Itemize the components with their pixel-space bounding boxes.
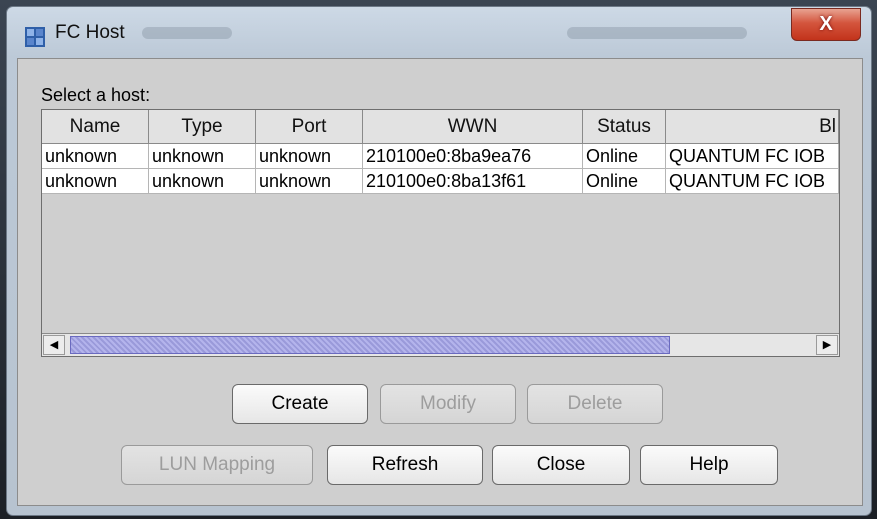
horizontal-scrollbar[interactable]: ◀ ▶ bbox=[42, 333, 839, 356]
create-button[interactable]: Create bbox=[232, 384, 368, 424]
host-table: Name Type Port WWN Status Bl unknown unk… bbox=[41, 109, 840, 357]
column-header-bl[interactable]: Bl bbox=[666, 110, 839, 144]
cell-port: unknown bbox=[256, 144, 363, 169]
cell-status: Online bbox=[583, 169, 666, 194]
scrollbar-thumb[interactable] bbox=[70, 336, 670, 354]
delete-button[interactable]: Delete bbox=[527, 384, 663, 424]
cell-type: unknown bbox=[149, 169, 256, 194]
column-header-type[interactable]: Type bbox=[149, 110, 256, 144]
lun-mapping-button[interactable]: LUN Mapping bbox=[121, 445, 313, 485]
title-blur-decoration bbox=[142, 27, 232, 39]
close-button[interactable]: Close bbox=[492, 445, 630, 485]
select-host-label: Select a host: bbox=[41, 85, 151, 105]
scroll-right-icon[interactable]: ▶ bbox=[816, 335, 838, 355]
cell-bl: QUANTUM FC IOB bbox=[666, 144, 839, 169]
close-window-button[interactable]: X bbox=[791, 8, 861, 41]
help-button[interactable]: Help bbox=[640, 445, 778, 485]
close-icon: X bbox=[819, 13, 833, 35]
column-header-wwn[interactable]: WWN bbox=[363, 110, 583, 144]
cell-port: unknown bbox=[256, 169, 363, 194]
refresh-button[interactable]: Refresh bbox=[327, 445, 483, 485]
app-window-icon bbox=[25, 27, 45, 47]
modify-button[interactable]: Modify bbox=[380, 384, 516, 424]
cell-wwn: 210100e0:8ba9ea76 bbox=[363, 144, 583, 169]
cell-type: unknown bbox=[149, 144, 256, 169]
cell-bl: QUANTUM FC IOB bbox=[666, 169, 839, 194]
column-header-status[interactable]: Status bbox=[583, 110, 666, 144]
title-bar[interactable]: FC Host X bbox=[7, 7, 871, 55]
cell-status: Online bbox=[583, 144, 666, 169]
fc-host-dialog: FC Host X Select a host: Name Type Port … bbox=[6, 6, 872, 516]
cell-name: unknown bbox=[42, 169, 149, 194]
title-blur-decoration bbox=[567, 27, 747, 39]
column-header-port[interactable]: Port bbox=[256, 110, 363, 144]
scroll-left-icon[interactable]: ◀ bbox=[43, 335, 65, 355]
window-title: FC Host bbox=[55, 22, 125, 43]
dialog-body: Select a host: Name Type Port WWN Status… bbox=[17, 58, 863, 506]
column-header-name[interactable]: Name bbox=[42, 110, 149, 144]
cell-wwn: 210100e0:8ba13f61 bbox=[363, 169, 583, 194]
cell-name: unknown bbox=[42, 144, 149, 169]
